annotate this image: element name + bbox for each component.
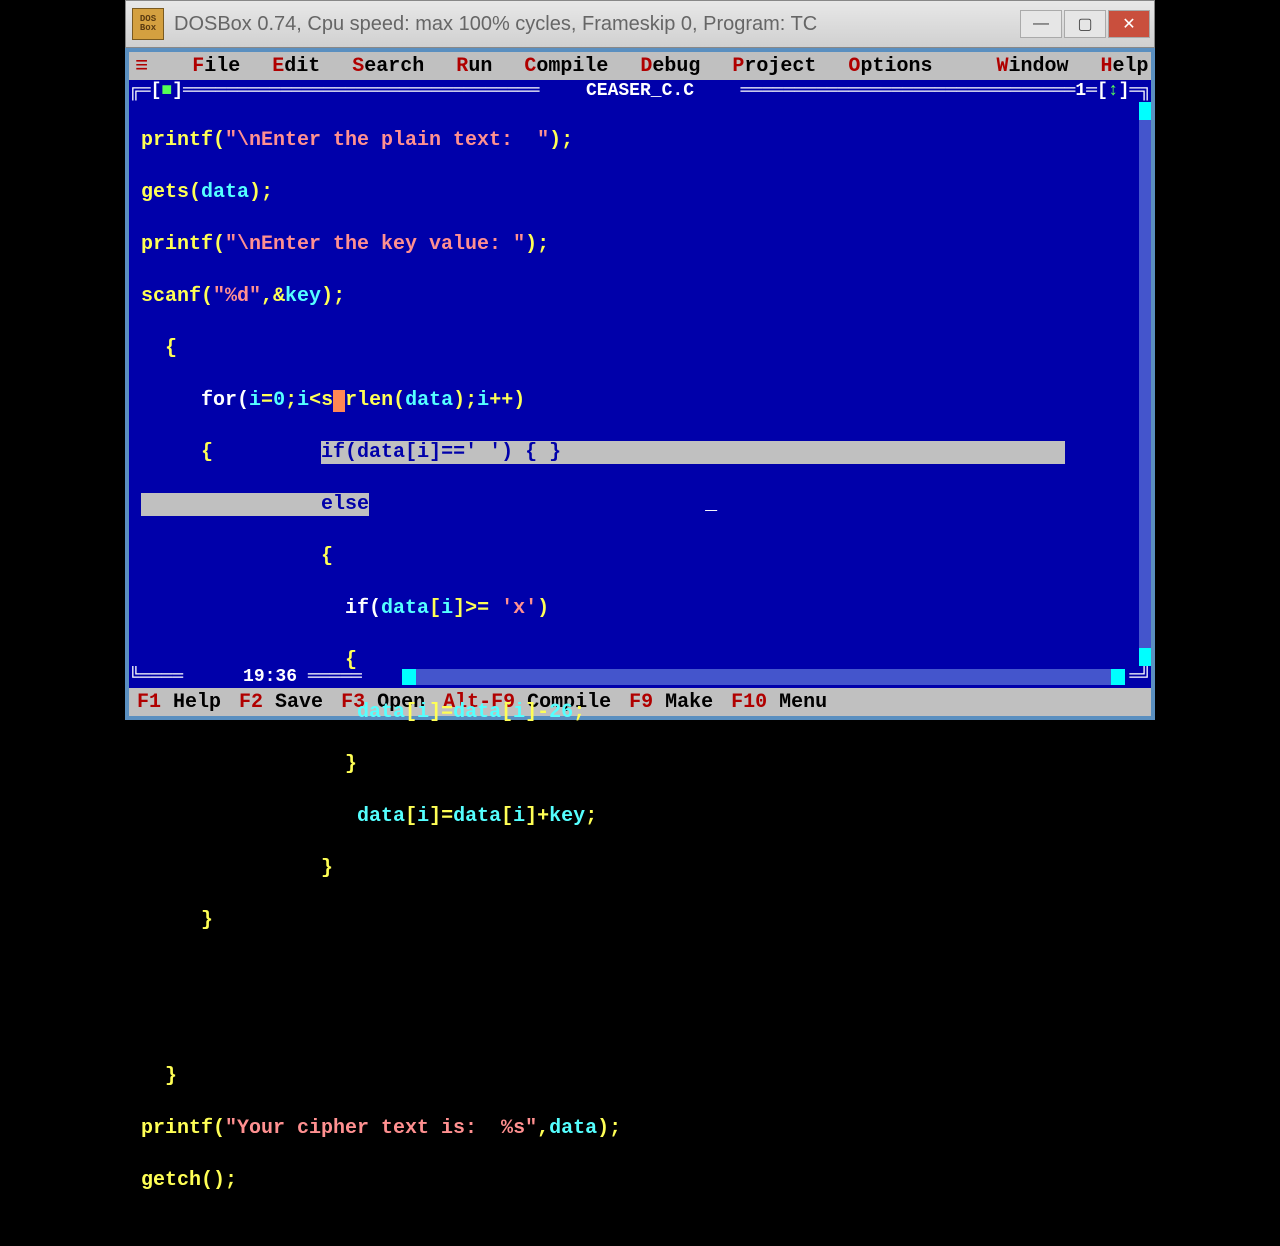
menu-edit[interactable]: Edit	[272, 55, 320, 78]
selected-text: else	[141, 493, 369, 516]
horizontal-scrollbar[interactable]	[402, 669, 1126, 685]
dosbox-icon: DOS Box	[132, 8, 164, 40]
code-editor[interactable]: printf("\nEnter the plain text: "); gets…	[141, 102, 1139, 666]
editor-window: ╔═[■]═════════════════════════════════ C…	[129, 80, 1151, 688]
menu-file[interactable]: File	[192, 55, 240, 78]
window-frame-bottom: ╚════ 19:36 ═════ ═╝	[129, 666, 1151, 688]
scroll-up-icon[interactable]	[1139, 102, 1151, 120]
filename-label: CEASER_C.C	[575, 81, 705, 101]
scroll-down-icon[interactable]	[1139, 648, 1151, 666]
menu-project[interactable]: Project	[732, 55, 816, 78]
maximize-button[interactable]: ▢	[1064, 10, 1106, 38]
menu-debug[interactable]: Debug	[640, 55, 700, 78]
text-cursor	[333, 390, 345, 412]
window-frame-top: ╔═[■]═════════════════════════════════ C…	[129, 80, 1151, 102]
window-title: DOSBox 0.74, Cpu speed: max 100% cycles,…	[174, 13, 1020, 36]
system-menu-icon[interactable]: ≡	[135, 54, 148, 79]
menu-bar: ≡ File Edit Search Run Compile Debug Pro…	[129, 52, 1151, 80]
scroll-right-icon[interactable]	[1111, 669, 1125, 685]
tc-ide: ≡ File Edit Search Run Compile Debug Pro…	[125, 48, 1155, 720]
close-button[interactable]: ✕	[1108, 10, 1150, 38]
menu-compile[interactable]: Compile	[524, 55, 608, 78]
menu-window[interactable]: Window	[996, 55, 1068, 78]
selected-text: if(data[i]==' ') { }	[321, 441, 1065, 464]
vertical-scrollbar[interactable]	[1139, 102, 1151, 666]
minimize-button[interactable]: —	[1020, 10, 1062, 38]
dosbox-window: DOS Box DOSBox 0.74, Cpu speed: max 100%…	[125, 0, 1155, 720]
menu-help[interactable]: Help	[1100, 55, 1148, 78]
cursor-position: 19:36	[243, 667, 297, 687]
scroll-left-icon[interactable]	[402, 669, 416, 685]
menu-options[interactable]: Options	[848, 55, 932, 78]
menu-search[interactable]: Search	[352, 55, 424, 78]
window-number: 1	[1075, 81, 1086, 101]
menu-run[interactable]: Run	[456, 55, 492, 78]
titlebar: DOS Box DOSBox 0.74, Cpu speed: max 100%…	[125, 0, 1155, 48]
